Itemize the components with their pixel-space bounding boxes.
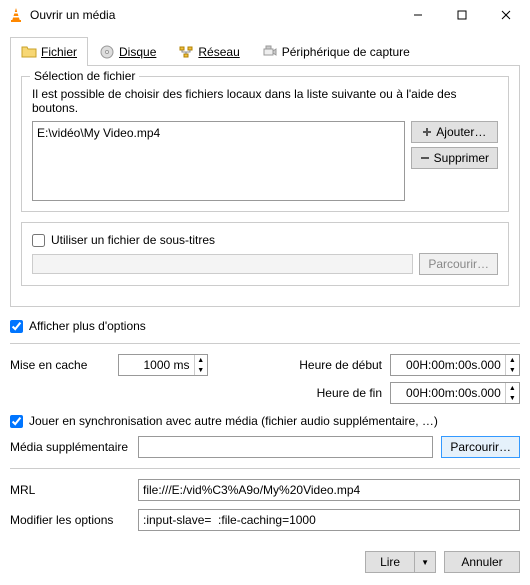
- minimize-button[interactable]: [396, 1, 440, 29]
- minus-icon: [420, 153, 430, 163]
- cache-value[interactable]: [119, 355, 194, 375]
- tab-capture[interactable]: Périphérique de capture: [251, 37, 421, 66]
- file-folder-icon: [21, 44, 37, 60]
- spinner-arrows[interactable]: ▲▼: [194, 355, 207, 375]
- vlc-icon: [8, 7, 24, 23]
- play-dropdown-arrow[interactable]: ▼: [415, 551, 436, 573]
- start-time-value[interactable]: [391, 355, 505, 375]
- add-button-label: Ajouter…: [436, 125, 486, 139]
- file-list[interactable]: E:\vidéo\My Video.mp4: [32, 121, 405, 201]
- end-time-spinner[interactable]: ▲▼: [390, 382, 520, 404]
- tab-network[interactable]: Réseau: [167, 37, 250, 66]
- cache-label: Mise en cache: [10, 358, 110, 372]
- subtitle-group: Utiliser un fichier de sous-titres Parco…: [21, 222, 509, 286]
- spinner-arrows[interactable]: ▲▼: [505, 383, 519, 403]
- play-split-button[interactable]: Lire ▼: [365, 551, 436, 573]
- cache-spinner[interactable]: ▲▼: [118, 354, 208, 376]
- add-button[interactable]: Ajouter…: [411, 121, 498, 143]
- show-more-checkbox[interactable]: [10, 320, 23, 333]
- spinner-arrows[interactable]: ▲▼: [505, 355, 519, 375]
- extra-media-field[interactable]: [138, 436, 433, 458]
- separator: [10, 343, 520, 344]
- separator: [10, 468, 520, 469]
- file-selection-group: Sélection de fichier Il est possible de …: [21, 76, 509, 212]
- end-time-value[interactable]: [391, 383, 505, 403]
- file-selection-hint: Il est possible de choisir des fichiers …: [32, 87, 498, 115]
- extra-browse-button[interactable]: Parcourir…: [441, 436, 520, 458]
- extra-media-label: Média supplémentaire: [10, 440, 130, 454]
- edit-options-field[interactable]: [138, 509, 520, 531]
- use-subtitle-label: Utiliser un fichier de sous-titres: [51, 233, 215, 247]
- cancel-button[interactable]: Annuler: [444, 551, 520, 573]
- titlebar: Ouvrir un média: [0, 0, 530, 30]
- start-time-spinner[interactable]: ▲▼: [390, 354, 520, 376]
- tab-file-label: Fichier: [41, 45, 77, 59]
- sync-label: Jouer en synchronisation avec autre médi…: [29, 414, 438, 428]
- subtitle-path-field: [32, 254, 413, 274]
- use-subtitle-checkbox[interactable]: [32, 234, 45, 247]
- mrl-field[interactable]: [138, 479, 520, 501]
- maximize-button[interactable]: [440, 1, 484, 29]
- tab-file[interactable]: Fichier: [10, 37, 88, 66]
- tab-panel: Sélection de fichier Il est possible de …: [10, 66, 520, 307]
- close-button[interactable]: [484, 1, 528, 29]
- remove-button[interactable]: Supprimer: [411, 147, 498, 169]
- start-time-label: Heure de début: [292, 358, 382, 372]
- plus-icon: [422, 127, 432, 137]
- network-icon: [178, 44, 194, 60]
- edit-options-label: Modifier les options: [10, 513, 130, 527]
- tab-capture-label: Périphérique de capture: [282, 45, 410, 59]
- file-list-item[interactable]: E:\vidéo\My Video.mp4: [37, 126, 400, 140]
- tab-network-label: Réseau: [198, 45, 239, 59]
- sync-checkbox[interactable]: [10, 415, 23, 428]
- tab-bar: Fichier Disque Réseau Périphérique de ca…: [10, 36, 520, 66]
- capture-icon: [262, 44, 278, 60]
- subtitle-browse-button[interactable]: Parcourir…: [419, 253, 498, 275]
- end-time-label: Heure de fin: [292, 386, 382, 400]
- tab-disc[interactable]: Disque: [88, 37, 167, 66]
- remove-button-label: Supprimer: [434, 151, 489, 165]
- show-more-label: Afficher plus d'options: [29, 319, 146, 333]
- window-title: Ouvrir un média: [30, 8, 396, 22]
- tab-disc-label: Disque: [119, 45, 156, 59]
- dialog-footer: Lire ▼ Annuler: [0, 541, 530, 583]
- disc-icon: [99, 44, 115, 60]
- play-button-label[interactable]: Lire: [365, 551, 415, 573]
- mrl-label: MRL: [10, 483, 130, 497]
- file-selection-legend: Sélection de fichier: [30, 69, 139, 83]
